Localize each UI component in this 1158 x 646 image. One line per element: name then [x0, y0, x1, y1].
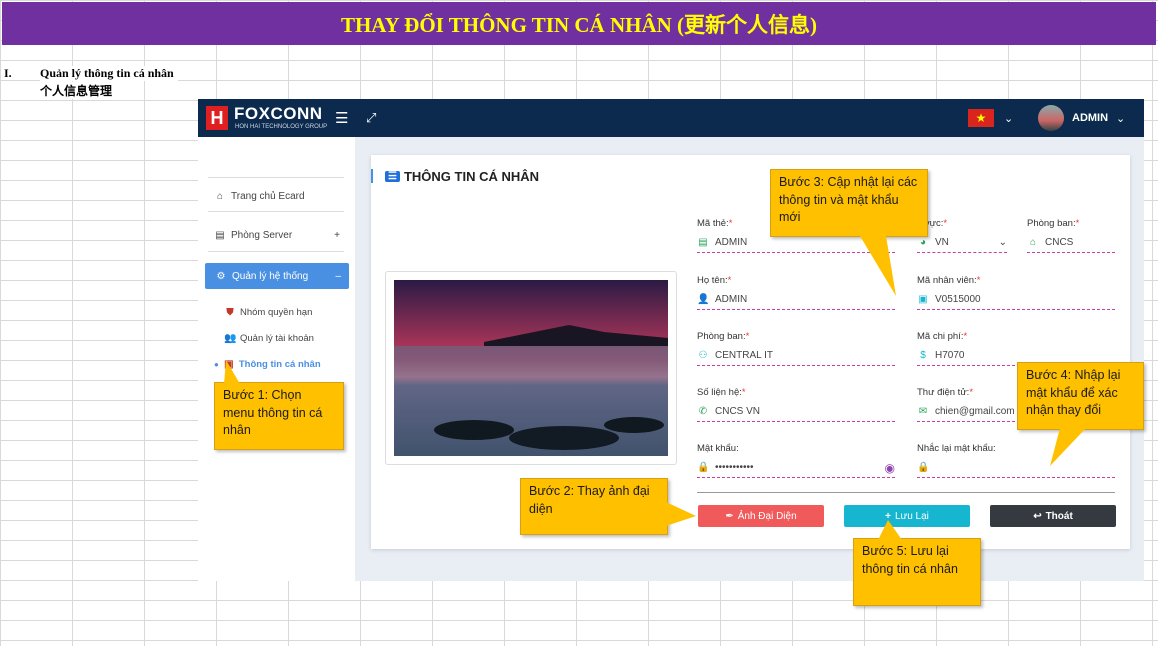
sidebar: ⌂ Trang chủ Ecard ▤ Phòng Server + ⚙ Quả…: [198, 137, 355, 581]
card-id-label: Mã thẻ:*: [697, 218, 733, 229]
title-accent: [371, 169, 373, 183]
sidebar-item-label: Trang chủ Ecard: [231, 191, 305, 202]
section-number: I.: [4, 66, 12, 80]
avatar[interactable]: [1038, 105, 1064, 131]
password-label: Mật khẩu:: [697, 443, 739, 454]
page-title: ☰ THÔNG TIN CÁ NHÂN: [385, 169, 539, 184]
brand-name: FOXCONN: [234, 104, 323, 123]
phone-field[interactable]: ✆ CNCS VN: [697, 402, 895, 422]
globe-icon: ◕: [919, 237, 927, 248]
expand-icon: +: [334, 230, 340, 241]
callout-step-4: Bước 4: Nhập lại mật khẩu để xác nhận th…: [1017, 362, 1144, 430]
hamburger-menu-icon[interactable]: ☰: [335, 109, 348, 127]
gear-icon: ⚙: [216, 270, 226, 282]
fullname-label: Họ tên:*: [697, 275, 732, 286]
employee-id-label: Mã nhân viên:*: [917, 275, 981, 286]
callout-step-3: Bước 3: Cập nhật lại các thông tin và mậ…: [770, 169, 928, 237]
divider: [208, 211, 344, 212]
top-navbar: H FOXCONN HON HAI TECHNOLOGY GROUP ☰ ⤢ ★…: [198, 99, 1144, 137]
avatar-frame: [385, 271, 677, 465]
sidebar-item-label: Phòng Server: [231, 230, 293, 241]
lock-icon: 🔒: [697, 462, 710, 473]
email-label: Thư điện tử:*: [917, 387, 974, 398]
user-name[interactable]: ADMIN: [1072, 112, 1108, 124]
eye-icon[interactable]: ◉: [885, 461, 895, 475]
callout-step-2: Bước 2: Thay ảnh đại diện: [520, 478, 668, 535]
users-icon: 👥: [224, 333, 237, 344]
department-code-label: Phòng ban:*: [1027, 218, 1080, 229]
exit-button[interactable]: ↩ Thoát: [990, 505, 1116, 527]
divider: [697, 492, 1115, 493]
dollar-icon: $: [920, 350, 926, 361]
confirm-password-label: Nhắc lại mật khẩu:: [917, 443, 996, 454]
id-badge-icon: ▣: [918, 294, 928, 305]
sidebar-subitem-permissions[interactable]: ⛊ Nhóm quyền hạn: [224, 307, 312, 318]
password-field[interactable]: 🔒 ••••••••••• ◉: [697, 458, 895, 478]
phone-label: Số liện hệ:*: [697, 387, 746, 398]
callout-step-5: Bước 5: Lưu lại thông tin cá nhân: [853, 538, 981, 606]
sidebar-item-home[interactable]: ⌂ Trang chủ Ecard: [214, 191, 305, 202]
department-code-field[interactable]: ⌂ CNCS: [1027, 233, 1115, 253]
callout-pointer: [1050, 428, 1086, 466]
region-select[interactable]: ◕ VN ⌄: [917, 233, 1007, 253]
divider: [208, 177, 344, 178]
sidebar-item-server[interactable]: ▤ Phòng Server +: [214, 230, 340, 241]
phone-icon: ✆: [698, 406, 708, 417]
callout-pointer: [878, 520, 902, 540]
foxconn-logo: H: [206, 106, 228, 130]
profile-card: ☰ THÔNG TIN CÁ NHÂN Mã thẻ:* ▤ ADMIN Họ …: [371, 155, 1130, 549]
callout-pointer: [860, 236, 896, 296]
department-field[interactable]: ⚇ CENTRAL IT: [697, 346, 895, 366]
users-icon: ⚇: [698, 350, 708, 361]
pen-icon: ✒: [725, 510, 734, 522]
sidebar-subitem-label: Nhóm quyền hạn: [240, 307, 313, 318]
email-icon: ✉: [918, 406, 928, 417]
employee-id-field[interactable]: ▣ V0515000: [917, 290, 1115, 310]
id-card-icon: ▤: [698, 237, 708, 248]
section-title: Quản lý thông tin cá nhân: [40, 66, 178, 81]
chevron-down-icon[interactable]: ⌄: [1116, 112, 1125, 125]
reply-icon: ↩: [1033, 510, 1042, 522]
sidebar-subitem-label: Quản lý tài khoản: [240, 333, 314, 344]
shield-icon: ⛊: [226, 307, 234, 318]
callout-pointer: [666, 502, 696, 526]
home-icon: ⌂: [216, 191, 224, 202]
department-label: Phòng ban:*: [697, 331, 750, 342]
lock-icon: 🔒: [917, 462, 930, 473]
sidebar-subitem-accounts[interactable]: 👥 Quản lý tài khoản: [224, 333, 314, 344]
collapse-icon: –: [335, 270, 341, 282]
cost-code-label: Mã chi phí:*: [917, 331, 968, 342]
divider: [208, 251, 344, 252]
id-card-icon: ☰: [385, 171, 400, 182]
sidebar-item-label: Quản lý hệ thống: [232, 270, 309, 282]
active-dot-icon: ●: [214, 360, 219, 369]
main-content: ☰ THÔNG TIN CÁ NHÂN Mã thẻ:* ▤ ADMIN Họ …: [355, 137, 1144, 581]
chevron-down-icon[interactable]: ⌄: [1004, 112, 1013, 125]
callout-step-1: Bước 1: Chọn menu thông tin cá nhân: [214, 382, 344, 450]
section-title-cn: 个人信息管理: [40, 82, 117, 99]
fullscreen-icon[interactable]: ⤢: [366, 110, 376, 126]
user-icon: 👤: [697, 294, 710, 305]
server-icon: ▤: [215, 230, 225, 241]
page-title-text: THÔNG TIN CÁ NHÂN: [403, 169, 540, 184]
vietnam-flag-icon[interactable]: ★: [968, 109, 994, 127]
avatar-image[interactable]: [394, 280, 668, 456]
sidebar-item-system[interactable]: ⚙ Quản lý hệ thống –: [205, 263, 349, 289]
building-icon: ⌂: [1029, 237, 1037, 248]
callout-pointer: [224, 360, 240, 384]
page-banner: THAY ĐỔI THÔNG TIN CÁ NHÂN (更新个人信息): [2, 2, 1156, 45]
brand-subtitle: HON HAI TECHNOLOGY GROUP: [235, 124, 328, 130]
chevron-down-icon: ⌄: [998, 237, 1007, 248]
change-avatar-button[interactable]: ✒ Ảnh Đại Diện: [698, 505, 824, 527]
